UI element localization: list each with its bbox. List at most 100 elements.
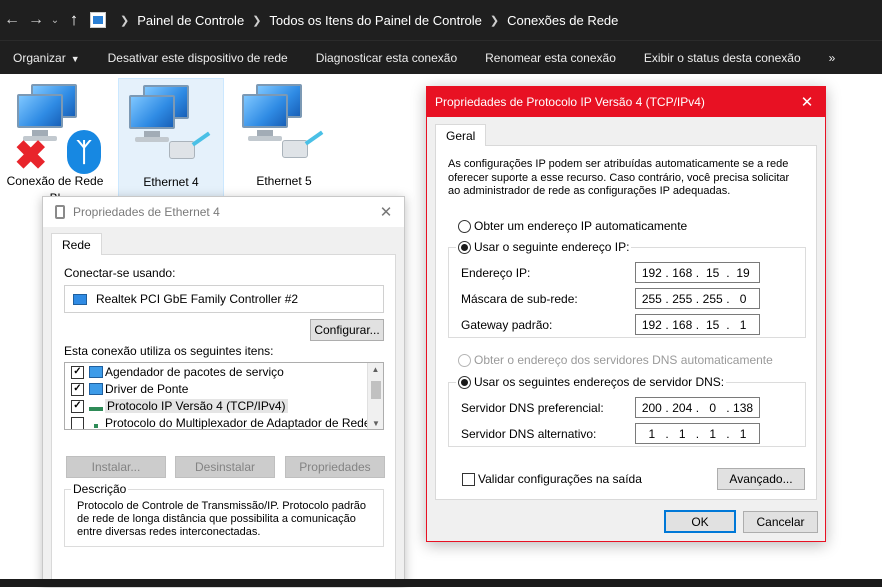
organize-menu[interactable]: Organizar ▼ <box>0 51 94 65</box>
ip-octet: 1 <box>709 426 716 441</box>
radio-auto-dns[interactable]: Obter o endereço dos servidores DNS auto… <box>458 353 773 367</box>
scrollbar[interactable]: ▲ ▼ <box>367 363 383 429</box>
ip-octet: 192 <box>641 317 662 332</box>
network-cable-icon <box>55 205 65 219</box>
dialog-titlebar: Propriedades de Protocolo IP Versão 4 (T… <box>427 87 825 117</box>
gateway-label: Gateway padrão: <box>461 318 553 332</box>
up-arrow-icon[interactable]: ↑ <box>62 0 86 40</box>
ip-octet: 15 <box>705 317 720 332</box>
ip-octet: 255 <box>702 291 723 306</box>
view-status-button[interactable]: Exibir o status desta conexão <box>630 51 815 65</box>
radio-button[interactable] <box>458 219 471 233</box>
close-icon[interactable]: ✕ <box>368 203 404 221</box>
ip-address-field[interactable]: 192. 168. 15. 19 <box>635 262 760 283</box>
radio-label: Obter um endereço IP automaticamente <box>474 219 688 233</box>
breadcrumb: ❯ Painel de Controle ❯ Todos os Itens do… <box>90 12 618 28</box>
list-item-selected[interactable]: ✓ Protocolo IP Versão 4 (TCP/IPv4) <box>71 399 288 413</box>
scroll-down-icon[interactable]: ▼ <box>368 417 383 429</box>
protocol-icon <box>89 407 103 411</box>
configure-button[interactable]: Configurar... <box>310 319 384 341</box>
ip-label: Endereço IP: <box>461 266 531 280</box>
adapter-icon <box>73 293 87 305</box>
radio-button[interactable] <box>458 375 471 389</box>
ethernet-properties-dialog: Propriedades de Ethernet 4 ✕ Rede Conect… <box>42 196 405 588</box>
ip-octet: 200 <box>641 400 662 415</box>
connection-ethernet-4[interactable]: Ethernet 4 <box>118 78 224 197</box>
ip-octet: 1 <box>739 317 747 332</box>
disable-device-button[interactable]: Desativar este dispositivo de rede <box>94 51 302 65</box>
tab-panel: As configurações IP podem ser atribuídas… <box>435 145 817 500</box>
uninstall-button[interactable]: Desinstalar <box>175 456 275 478</box>
items-label: Esta conexão utiliza os seguintes itens: <box>64 344 274 358</box>
install-button[interactable]: Instalar... <box>66 456 166 478</box>
breadcrumb-network-connections[interactable]: Conexões de Rede <box>507 13 618 28</box>
back-arrow-icon[interactable]: ← <box>0 0 24 40</box>
diagnose-button[interactable]: Diagnosticar esta conexão <box>302 51 471 65</box>
dialog-title: Propriedades de Ethernet 4 <box>73 205 220 219</box>
tab-geral[interactable]: Geral <box>435 124 487 146</box>
properties-button[interactable]: Propriedades <box>285 456 385 478</box>
ip-octet: 1 <box>739 426 747 441</box>
adapter-field: Realtek PCI GbE Family Controller #2 <box>64 285 384 313</box>
alternate-dns-field[interactable]: 1. 1. 1. 1 <box>635 423 760 444</box>
item-label: Protocolo IP Versão 4 (TCP/IPv4) <box>105 399 288 413</box>
ip-octet: 204 <box>672 400 693 415</box>
list-item[interactable]: ✓ Driver de Ponte <box>71 382 188 396</box>
item-checkbox[interactable]: ✓ <box>71 399 84 413</box>
close-icon[interactable]: ✕ <box>789 93 825 111</box>
more-commands-button[interactable]: » <box>815 51 850 65</box>
items-list: ✓ Agendador de pacotes de serviço ✓ Driv… <box>64 362 384 430</box>
command-toolbar: Organizar ▼ Desativar este dispositivo de… <box>0 40 882 74</box>
rename-button[interactable]: Renomear esta conexão <box>471 51 630 65</box>
ip-octet: 168 <box>672 317 693 332</box>
tab-rede[interactable]: Rede <box>51 233 102 255</box>
connection-bluetooth[interactable]: ✖ ᛉ Conexão de Rede Bl <box>2 78 108 206</box>
ethernet-adapter-icon <box>234 78 334 172</box>
connect-using-label: Conectar-se usando: <box>64 266 176 280</box>
item-checkbox[interactable]: ✓ <box>71 382 84 396</box>
intro-text: As configurações IP podem ser atribuídas… <box>448 158 790 197</box>
preferred-dns-field[interactable]: 200. 204. 0. 138 <box>635 397 760 418</box>
preferred-dns-label: Servidor DNS preferencial: <box>461 401 604 415</box>
validate-checkbox[interactable] <box>462 472 475 486</box>
ip-octet: 192 <box>641 265 662 280</box>
radio-button[interactable] <box>458 353 471 367</box>
cancel-button[interactable]: Cancelar <box>743 511 818 533</box>
ok-button[interactable]: OK <box>664 510 736 533</box>
scroll-up-icon[interactable]: ▲ <box>368 363 383 377</box>
recent-locations-chevron-icon[interactable]: ⌄ <box>48 0 62 40</box>
ip-octet: 255 <box>641 291 662 306</box>
radio-label: Obter o endereço dos servidores DNS auto… <box>474 353 773 367</box>
radio-button[interactable] <box>458 240 471 254</box>
item-checkbox[interactable]: ✓ <box>71 365 84 379</box>
radio-auto-ip[interactable]: Obter um endereço IP automaticamente <box>458 219 687 233</box>
ip-octet: 0 <box>739 291 747 306</box>
address-bar: ← → ⌄ ↑ ❯ Painel de Controle ❯ Todos os … <box>0 0 882 40</box>
item-checkbox[interactable] <box>71 416 84 429</box>
service-icon <box>89 366 103 378</box>
list-item[interactable]: ✓ Agendador de pacotes de serviço <box>71 365 284 379</box>
forward-arrow-icon[interactable]: → <box>24 0 48 40</box>
validate-checkbox-row[interactable]: Validar configurações na saída <box>462 472 642 486</box>
breadcrumb-all-items[interactable]: Todos os Itens do Painel de Controle <box>269 13 481 28</box>
description-group: Descrição Protocolo de Controle de Trans… <box>64 482 384 547</box>
dialog-titlebar: Propriedades de Ethernet 4 ✕ <box>43 197 404 227</box>
validate-label: Validar configurações na saída <box>478 472 642 486</box>
radio-manual-ip[interactable]: Usar o seguinte endereço IP: <box>456 240 632 254</box>
tab-panel: Conectar-se usando: Realtek PCI GbE Fami… <box>51 254 396 588</box>
connection-ethernet-5[interactable]: Ethernet 5 <box>231 78 337 189</box>
list-item[interactable]: Protocolo do Multiplexador de Adaptador … <box>71 416 383 429</box>
breadcrumb-control-panel[interactable]: Painel de Controle <box>137 13 244 28</box>
item-label: Agendador de pacotes de serviço <box>105 365 284 379</box>
scroll-thumb[interactable] <box>371 381 381 399</box>
radio-manual-dns[interactable]: Usar os seguintes endereços de servidor … <box>456 375 727 389</box>
ip-octet: 19 <box>736 265 750 280</box>
alternate-dns-label: Servidor DNS alternativo: <box>461 427 597 441</box>
breadcrumb-separator-icon: ❯ <box>252 14 262 27</box>
ethernet-adapter-icon <box>121 79 221 173</box>
taskbar-edge <box>0 579 882 587</box>
gateway-field[interactable]: 192. 168. 15. 1 <box>635 314 760 335</box>
ip-octet: 0 <box>709 400 716 415</box>
subnet-mask-field[interactable]: 255. 255. 255. 0 <box>635 288 760 309</box>
advanced-button[interactable]: Avançado... <box>717 468 805 490</box>
